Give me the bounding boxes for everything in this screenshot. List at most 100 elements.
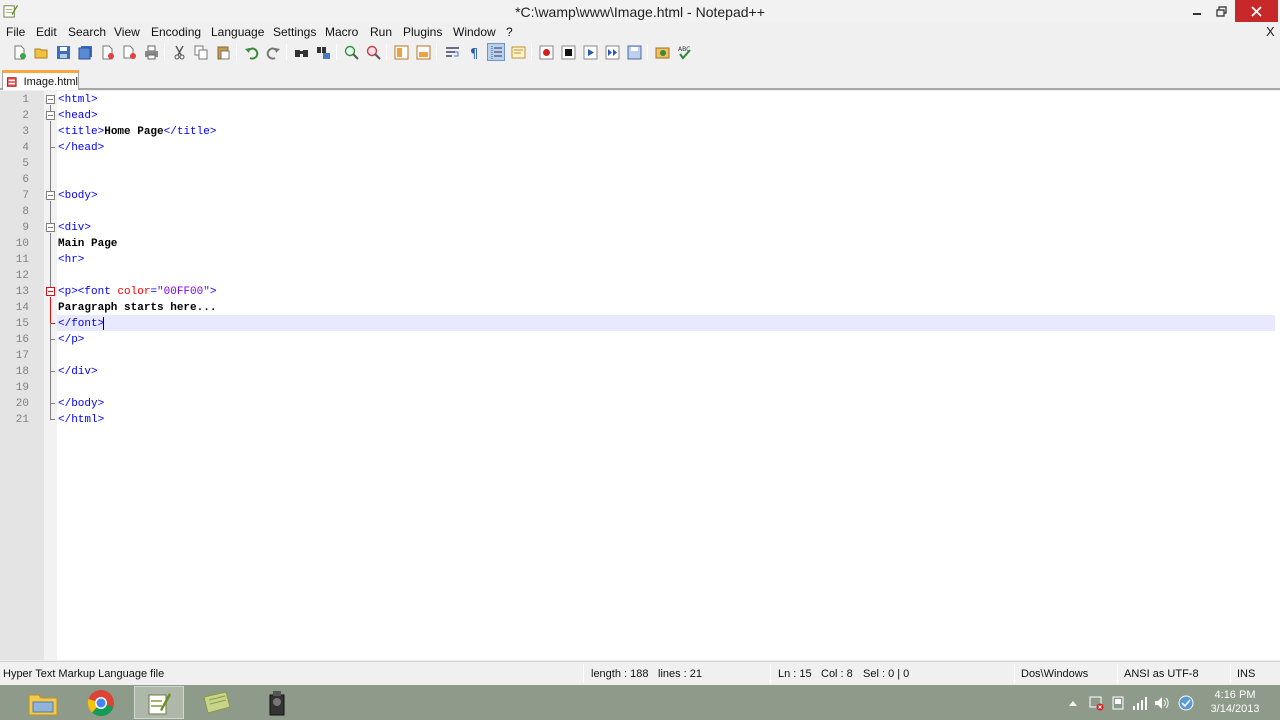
print-icon[interactable] [142,43,160,61]
cut-icon[interactable] [170,43,188,61]
line-number[interactable]: 3 [0,124,29,140]
line-number[interactable]: 12 [0,268,29,284]
menu-edit[interactable]: Edit [36,25,57,39]
play-macro-icon[interactable] [581,43,599,61]
fold-html-icon[interactable] [46,95,55,104]
code-line[interactable]: </div> [58,364,98,380]
sync-horizontal-icon[interactable] [414,43,432,61]
menu-view[interactable]: View [114,25,140,39]
code-line[interactable]: <title>Home Page</title> [58,124,216,140]
volume-icon[interactable] [1152,685,1172,720]
fold-paragraph-icon[interactable] [46,287,55,296]
line-number[interactable]: 9 [0,220,29,236]
line-number[interactable]: 10 [0,236,29,252]
line-number[interactable]: 15 [0,316,29,332]
replace-icon[interactable] [314,43,332,61]
code-line[interactable]: </body> [58,396,104,412]
minimize-icon[interactable] [1186,0,1208,22]
show-hidden-icons-chevron[interactable] [1066,685,1080,720]
save-macro-icon[interactable] [625,43,643,61]
menu-search[interactable]: Search [68,25,106,39]
fold-head-icon[interactable] [46,111,55,120]
menu-window[interactable]: Window [453,25,496,39]
notepad-plus-plus-icon[interactable] [134,686,184,719]
media-app-icon[interactable] [252,686,302,719]
zoom-in-icon[interactable] [342,43,360,61]
indent-guide-icon[interactable] [487,43,505,61]
chrome-icon[interactable] [76,686,126,719]
close-window-icon[interactable] [1235,0,1278,22]
sync-vertical-icon[interactable] [392,43,410,61]
line-number[interactable]: 16 [0,332,29,348]
update-icon[interactable] [1176,685,1196,720]
fold-div-icon[interactable] [46,223,55,232]
notes-app-icon[interactable] [192,686,242,719]
code-line[interactable]: Main Page [58,236,117,252]
line-number[interactable]: 17 [0,348,29,364]
find-icon[interactable] [292,43,310,61]
line-number[interactable]: 6 [0,172,29,188]
action-center-icon[interactable] [1086,685,1106,720]
line-number[interactable]: 4 [0,140,29,156]
code-line[interactable]: <html> [58,92,98,108]
line-number[interactable]: 1 [0,92,29,108]
close-document-button[interactable]: X [1266,24,1275,39]
menu-run[interactable]: Run [370,25,392,39]
line-number[interactable]: 7 [0,188,29,204]
system-clock[interactable]: 4:16 PM 3/14/2013 [1202,688,1268,716]
line-number[interactable]: 20 [0,396,29,412]
menu-macro[interactable]: Macro [325,25,358,39]
save-icon[interactable] [54,43,72,61]
open-file-icon[interactable] [32,43,50,61]
paste-icon[interactable] [214,43,232,61]
line-number[interactable]: 5 [0,156,29,172]
undo-icon[interactable] [242,43,260,61]
line-number[interactable]: 13 [0,284,29,300]
zoom-out-icon[interactable] [364,43,382,61]
code-line[interactable]: <div> [58,220,91,236]
menu-help[interactable]: ? [506,25,513,39]
menu-encoding[interactable]: Encoding [151,25,201,39]
code-line[interactable]: </font> [58,316,104,332]
restore-icon[interactable] [1210,0,1232,22]
fold-body-icon[interactable] [46,191,55,200]
copy-icon[interactable] [192,43,210,61]
menu-language[interactable]: Language [211,25,264,39]
doc-map-icon[interactable] [509,43,527,61]
code-line[interactable]: <p><font color="00FF00"> [58,284,216,300]
code-line[interactable]: </html> [58,412,104,428]
tab-image-html[interactable]: Image.html [2,70,79,90]
close-all-icon[interactable] [120,43,138,61]
code-line[interactable]: Paragraph starts here... [58,300,216,316]
word-wrap-icon[interactable] [443,43,461,61]
redo-icon[interactable] [264,43,282,61]
new-file-icon[interactable] [10,43,28,61]
record-macro-icon[interactable] [537,43,555,61]
file-explorer-icon[interactable] [18,686,68,719]
code-line[interactable]: <hr> [58,252,84,268]
line-number[interactable]: 19 [0,380,29,396]
menu-file[interactable]: File [6,25,25,39]
line-number[interactable]: 21 [0,412,29,428]
menu-settings[interactable]: Settings [273,25,316,39]
network-signal-icon[interactable] [1130,685,1150,720]
line-number[interactable]: 2 [0,108,29,124]
device-icon[interactable] [1108,685,1128,720]
code-line[interactable]: </p> [58,332,84,348]
stop-macro-icon[interactable] [559,43,577,61]
line-number[interactable]: 14 [0,300,29,316]
line-number[interactable]: 8 [0,204,29,220]
line-number[interactable]: 11 [0,252,29,268]
close-icon[interactable] [98,43,116,61]
editor-area[interactable]: 1 <html> 2 <head> 3 <title>Home Page</title> 4… [0,91,1280,660]
code-line[interactable]: <head> [58,108,98,124]
code-line[interactable]: </head> [58,140,104,156]
line-number[interactable]: 18 [0,364,29,380]
launch-browser-icon[interactable] [653,43,671,61]
show-all-chars-icon[interactable]: ¶ [465,43,483,61]
code-line[interactable]: <body> [58,188,98,204]
run-macro-multiple-icon[interactable] [603,43,621,61]
spell-check-icon[interactable]: ABC [675,43,693,61]
menu-plugins[interactable]: Plugins [403,25,442,39]
save-all-icon[interactable] [76,43,94,61]
